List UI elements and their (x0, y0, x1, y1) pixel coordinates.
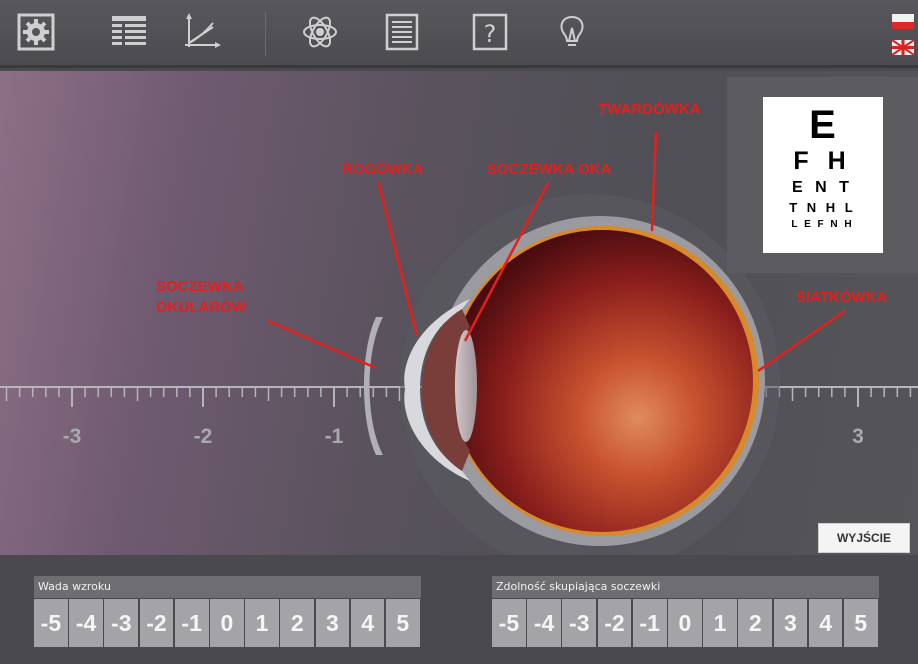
graph-icon (185, 13, 221, 48)
lens-power-option[interactable]: 0 (667, 599, 702, 647)
axis-tick-label: -2 (194, 425, 213, 448)
axis-tick-label: 3 (852, 425, 864, 448)
lens-power-option[interactable]: -2 (597, 599, 632, 647)
lens-power-option[interactable]: 2 (738, 599, 773, 647)
atom-icon (303, 16, 337, 48)
document-icon (385, 13, 419, 51)
document-button[interactable] (380, 10, 424, 54)
lens-power-option[interactable]: -3 (562, 599, 597, 647)
vision-defect-option[interactable]: -4 (69, 599, 103, 647)
eye-lens (455, 330, 477, 442)
vision-defect-option[interactable]: 2 (280, 599, 315, 647)
chart-row-1: E (809, 103, 836, 147)
label-rogowka: ROGÓWKA (342, 161, 424, 178)
help-button[interactable]: ? (468, 10, 512, 54)
exit-button[interactable]: WYJŚCIE (818, 523, 910, 553)
snellen-chart: E F H E N T T N H L L E F N H (762, 97, 883, 253)
bottom-controls: Wada wzroku -5 -4 -3 -2 -1 0 1 2 3 4 5 Zdolność sk… (0, 555, 918, 664)
eye-chart-panel: E F H E N T T N H L L E F N H (727, 77, 918, 273)
lens-power-option[interactable]: -1 (632, 599, 667, 647)
polish-flag-icon[interactable] (892, 14, 914, 29)
lens-power-buttons: -5 -4 -3 -2 -1 0 1 2 3 4 5 (492, 599, 879, 647)
label-siatkowka: SIATKÓWKA (796, 289, 888, 306)
lens-power-option[interactable]: 3 (773, 599, 808, 647)
vision-defect-option[interactable]: -5 (34, 599, 68, 647)
axis-tick-label: -3 (63, 425, 82, 448)
eyeball (451, 230, 753, 532)
label-soczewka-oka: SOCZEWKA OKA (487, 161, 612, 178)
lens-power-option[interactable]: 5 (843, 599, 878, 647)
label-soczewka-okularow-line1: SOCZEWKA (156, 278, 244, 295)
vision-defect-option[interactable]: 5 (385, 599, 420, 647)
lens-power-option[interactable]: -5 (492, 599, 526, 647)
vision-defect-option[interactable]: -2 (139, 599, 174, 647)
graph-button[interactable] (180, 10, 224, 54)
chart-row-5: L E F N H (791, 219, 854, 230)
toolbar-separator (265, 12, 266, 56)
help-glyph: ? (484, 20, 497, 48)
table-icon (112, 16, 146, 45)
toolbar: ? (0, 0, 918, 68)
vision-defect-title: Wada wzroku (34, 576, 421, 598)
label-soczewka-okularow-line2: OKULARÓW (156, 299, 246, 316)
atom-button[interactable] (298, 10, 342, 54)
lens-power-option[interactable]: 4 (808, 599, 843, 647)
lens-power-title: Zdolność skupiająca soczewki (492, 576, 879, 598)
vision-defect-buttons: -5 -4 -3 -2 -1 0 1 2 3 4 5 (34, 599, 421, 647)
vision-defect-option[interactable]: -1 (174, 599, 209, 647)
vision-defect-option[interactable]: 0 (209, 599, 244, 647)
chart-row-3: E N T (792, 179, 853, 196)
uk-flag-icon[interactable] (891, 39, 915, 56)
lens-power-option[interactable]: 1 (703, 599, 737, 647)
vision-defect-panel: Wada wzroku -5 -4 -3 -2 -1 0 1 2 3 4 5 (34, 576, 421, 647)
eye-scene: -3-2-1123 E F H E N T T N H L L E F (0, 71, 918, 555)
help-icon: ? (472, 13, 508, 51)
settings-button[interactable] (14, 10, 58, 54)
hint-button[interactable] (550, 10, 594, 54)
table-button[interactable] (107, 10, 151, 54)
hint-bulb-icon (560, 15, 584, 46)
pointer-soczewka-okularow (267, 319, 377, 370)
label-twardowka: TWARDÓWKA (598, 101, 701, 118)
vision-defect-option[interactable]: 1 (245, 599, 279, 647)
axis-tick-label: -1 (325, 425, 344, 448)
lens-power-option[interactable]: -4 (527, 599, 561, 647)
settings-icon (17, 13, 55, 51)
vision-defect-option[interactable]: 4 (350, 599, 385, 647)
chart-row-4: T N H L (789, 200, 856, 215)
vision-defect-option[interactable]: -3 (104, 599, 139, 647)
chart-row-2: F H (793, 147, 852, 175)
vision-defect-option[interactable]: 3 (315, 599, 350, 647)
pointer-rogowka (376, 180, 419, 337)
lens-power-panel: Zdolność skupiająca soczewki -5 -4 -3 -2 -1 0… (492, 576, 879, 647)
